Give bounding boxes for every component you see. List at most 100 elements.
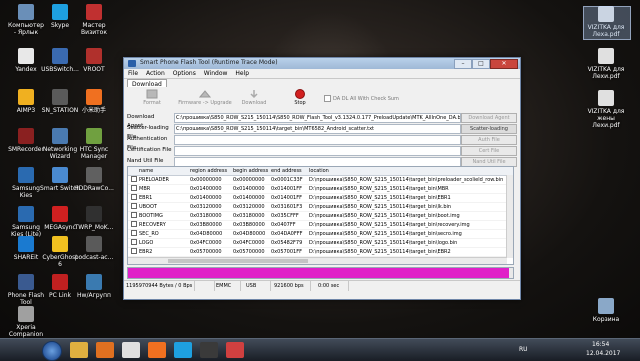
row-checkbox[interactable] [131,212,137,218]
browse-button[interactable]: Download Agent [461,113,517,123]
desktop-icon[interactable]: podcast-ac... [74,236,114,261]
desktop-icon[interactable]: Xperia Companion [6,306,46,338]
menu-help[interactable]: Help [235,70,249,77]
row-checkbox[interactable] [131,248,137,254]
menu-file[interactable]: File [128,70,138,77]
table-cell-region: 0x03180000 [190,213,222,219]
pdf-file-icon [598,90,614,106]
status-baud: 921600 bps [272,281,311,291]
format-icon [145,89,159,99]
table-row[interactable]: LOGO 0x04FC0000 0x04FC0000 0x05482F79 D:\про… [128,239,513,248]
desktop-icon-label: Мастер Визиток [81,22,107,36]
xiaomi-task-icon[interactable] [148,342,166,358]
table-row[interactable]: MBR 0x01400000 0x01400000 0x014001FF D:\прош… [128,185,513,194]
desktop-icon[interactable]: VIZITKA для жены Лехи.pdf [586,90,626,129]
app-shortcut-icon [18,48,34,64]
table-cell-begin: 0x00000000 [233,177,265,183]
app-shortcut-icon [52,274,68,290]
download-button[interactable]: Download [234,89,274,106]
row-checkbox[interactable] [131,176,137,182]
language-indicator[interactable]: RU [519,346,528,353]
menu-options[interactable]: Options [173,70,196,77]
desktop-icon[interactable]: HDDRawCo... [74,167,114,192]
file-path-input[interactable] [174,135,461,145]
desktop-icon-label: 小米助手 [81,107,106,114]
progress-fill [128,268,510,278]
menu-window[interactable]: Window [204,70,228,77]
skype-task-icon[interactable] [174,342,192,358]
explorer-task-icon[interactable] [70,342,88,358]
desktop-icon-label: Hw/Агрупп [77,292,111,299]
yandex-disk-task-icon[interactable] [200,342,218,358]
yandex-browser-task-icon[interactable] [122,342,140,358]
row-checkbox[interactable] [131,203,137,209]
table-row[interactable]: EBR2 0x05700000 0x05700000 0x057001FF D:\про… [128,248,513,257]
desktop-icon-label: Корзина [592,316,620,323]
row-checkbox[interactable] [131,239,137,245]
table-row[interactable]: PRELOADER 0x00000000 0x00000000 0x0001C33F D… [128,176,513,185]
table-row[interactable]: SEC_RO 0x04D80000 0x04D80000 0x04DA0FFF D:\п… [128,230,513,239]
app-icon [128,60,136,67]
browse-button[interactable]: Cert File [461,146,517,156]
stop-icon [293,89,307,99]
close-button[interactable]: ✕ [490,59,518,69]
desktop-icon[interactable]: TWRP_MoK... [74,206,114,231]
row-checkbox[interactable] [131,194,137,200]
desktop-icon[interactable]: VIZITKA для Лехи.pdf [586,48,626,80]
col-name[interactable]: name [131,167,187,175]
desktop-icon[interactable]: HTC Sync Manager [74,128,114,160]
col-region-address[interactable]: region address [190,167,232,175]
flash-tool-task-icon[interactable] [226,342,244,358]
firmware-upgrade-button[interactable]: Firmware -> Upgrade [176,89,234,106]
table-row[interactable]: UBOOT 0x03120000 0x03120000 0x031601F3 D:\пр… [128,203,513,212]
menu-action[interactable]: Action [146,70,165,77]
title-bar[interactable]: Smart Phone Flash Tool (Runtime Trace Mo… [124,58,520,69]
checksum-checkbox[interactable]: DA DL All With Check Sum [324,95,399,102]
partition-name: BOOTIMG [139,213,163,219]
partition-name-cell: EBR1 [131,194,187,202]
app-shortcut-icon [86,128,102,144]
browse-button[interactable]: Auth File [461,135,517,145]
table-row[interactable]: RECOVERY 0x03B80000 0x03B80000 0x0407FF D:\п… [128,221,513,230]
file-path-input[interactable]: C:\прошивка\S850_ROW_S215_150114\S850_RO… [174,113,461,123]
scrollbar-thumb[interactable] [168,259,308,263]
clock-time[interactable]: 16:54 [592,341,609,348]
col-end-address[interactable]: end address [271,167,308,175]
app-shortcut-icon [18,89,34,105]
row-checkbox[interactable] [131,221,137,227]
format-button[interactable]: Format [132,89,172,106]
start-button[interactable] [42,341,62,361]
maximize-button[interactable]: □ [472,59,490,69]
stop-button[interactable]: Stop [280,89,320,106]
browse-button[interactable]: Scatter-loading [461,124,517,134]
table-cell-location: D:\прошивка\S850_ROW_S215_150114\target_… [309,186,449,192]
app-shortcut-icon [86,236,102,252]
media-player-task-icon[interactable] [96,342,114,358]
app-shortcut-icon [18,236,34,252]
file-path-input[interactable] [174,146,461,156]
col-begin-address[interactable]: begin address [233,167,270,175]
app-shortcut-icon [86,48,102,64]
desktop-icon[interactable]: Мастер Визиток [74,4,114,36]
row-checkbox[interactable] [131,230,137,236]
table-horizontal-scrollbar[interactable] [128,257,507,264]
desktop-icon[interactable]: VROOT [74,48,114,73]
desktop-icon[interactable]: 小米助手 [74,89,114,114]
table-vertical-scrollbar[interactable] [506,175,513,258]
minimize-button[interactable]: – [454,59,472,69]
table-cell-location: D:\прошивка\S850_ROW_S215_150114\target_… [309,222,470,228]
table-row[interactable]: BOOTIMG 0x03180000 0x03180000 0x035CFFF D:\п… [128,212,513,221]
desktop-icon-label: VIZITKA для Лехи.pdf [587,66,625,80]
file-path-input[interactable]: C:\прошивка\S850_ROW_S215_150114\target_… [174,124,461,134]
desktop-icon[interactable]: Hw/Агрупп [74,274,114,299]
clock-date[interactable]: 12.04.2017 [586,350,620,357]
partition-name: LOGO [139,240,154,246]
table-row[interactable]: EBR1 0x01400000 0x01400000 0x014001FF D:\про… [128,194,513,203]
desktop-icon[interactable]: Корзина [586,298,626,323]
upgrade-icon [198,89,212,99]
table-cell-begin: 0x01400000 [233,186,265,192]
row-checkbox[interactable] [131,185,137,191]
partition-name: EBR2 [139,249,153,255]
table-cell-region: 0x04D80000 [190,231,223,237]
col-location[interactable]: location [309,167,509,175]
